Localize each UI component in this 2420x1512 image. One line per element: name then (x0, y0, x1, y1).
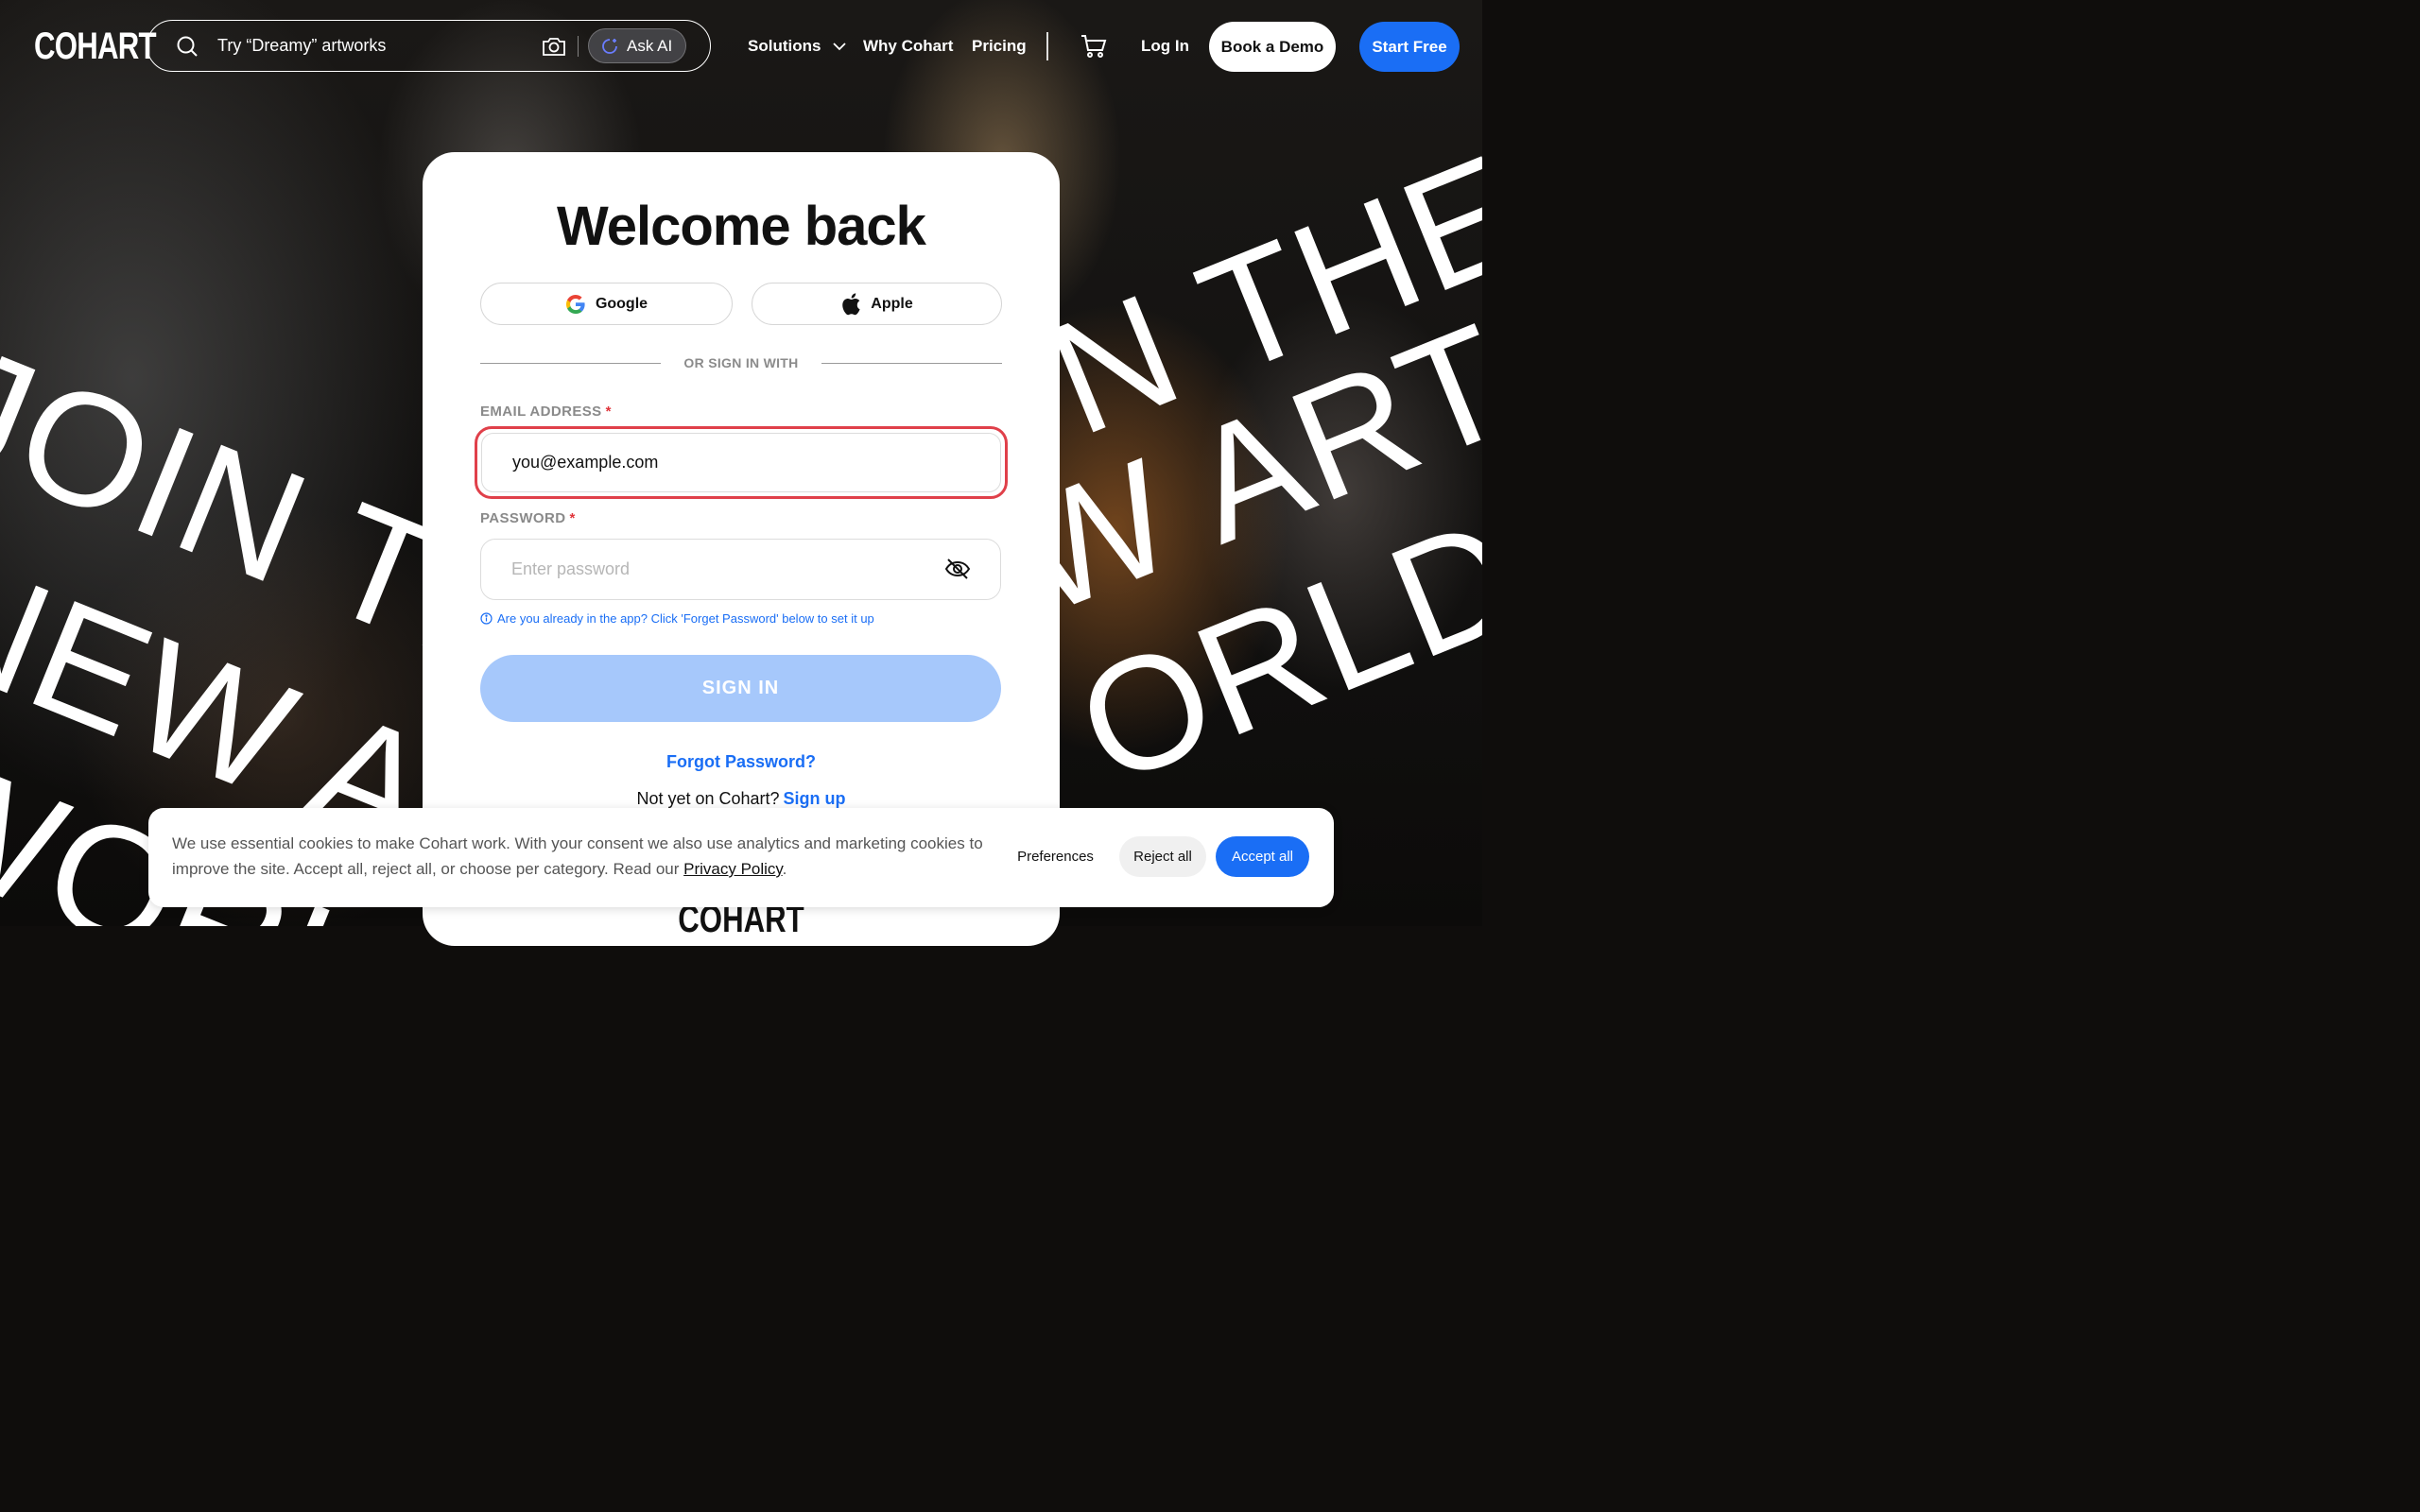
password-field[interactable] (480, 539, 1001, 600)
nav-solutions[interactable]: Solutions (748, 37, 846, 56)
required-mark: * (569, 510, 576, 526)
page-title: Welcome back (557, 196, 926, 257)
search-bar[interactable]: Try “Dreamy” artworks Ask AI (147, 20, 711, 72)
divider-right (821, 363, 1002, 364)
apple-label: Apple (871, 295, 913, 312)
password-hint: Are you already in the app? Click 'Forge… (480, 611, 874, 626)
email-label-text: EMAIL ADDRESS (480, 404, 602, 420)
password-label: PASSWORD * (480, 510, 576, 526)
info-icon (480, 612, 493, 625)
cookie-period: . (782, 860, 787, 878)
camera-icon[interactable] (541, 35, 567, 58)
apple-icon (842, 292, 860, 315)
privacy-policy-link[interactable]: Privacy Policy (683, 860, 783, 878)
cohart-logo[interactable]: COHART (34, 26, 157, 66)
eye-off-icon[interactable] (944, 557, 971, 581)
nav-solutions-label: Solutions (748, 37, 821, 55)
signup-prompt: Not yet on Cohart? Sign up (423, 789, 1060, 809)
nav-why-cohart[interactable]: Why Cohart (863, 37, 953, 56)
email-field-focus-ring (475, 426, 1008, 499)
sign-in-button[interactable]: SIGN IN (480, 655, 1001, 722)
cookie-accept-button[interactable]: Accept all (1216, 836, 1309, 877)
cookie-message-text: We use essential cookies to make Cohart … (172, 834, 983, 878)
not-yet-text: Not yet on Cohart? (636, 789, 780, 808)
google-label: Google (595, 295, 648, 312)
book-demo-button[interactable]: Book a Demo (1209, 22, 1336, 72)
search-placeholder[interactable]: Try “Dreamy” artworks (217, 36, 386, 56)
nav-divider (1046, 32, 1048, 60)
cookie-message: We use essential cookies to make Cohart … (172, 831, 994, 882)
sparkle-icon (602, 38, 617, 54)
search-icon (177, 36, 198, 57)
email-field[interactable] (481, 433, 1001, 492)
password-hint-text: Are you already in the app? Click 'Forge… (497, 611, 874, 626)
ask-ai-label: Ask AI (627, 36, 673, 55)
login-link[interactable]: Log In (1141, 37, 1189, 56)
nav-pricing[interactable]: Pricing (972, 37, 1027, 56)
password-label-text: PASSWORD (480, 510, 566, 526)
cookie-banner: We use essential cookies to make Cohart … (148, 808, 1334, 907)
top-navbar: COHART Try “Dreamy” artworks Ask AI Solu… (0, 0, 1482, 93)
email-label: EMAIL ADDRESS * (480, 404, 612, 420)
cookie-preferences-button[interactable]: Preferences (1002, 836, 1109, 877)
apple-signin-button[interactable]: Apple (752, 283, 1002, 325)
sign-up-link[interactable]: Sign up (784, 789, 846, 808)
start-free-button[interactable]: Start Free (1359, 22, 1460, 72)
cookie-reject-button[interactable]: Reject all (1119, 836, 1206, 877)
chevron-down-icon (833, 43, 846, 51)
search-divider (578, 36, 579, 57)
required-mark: * (605, 404, 612, 420)
google-signin-button[interactable]: Google (480, 283, 733, 325)
ask-ai-button[interactable]: Ask AI (588, 28, 686, 63)
google-icon (565, 294, 585, 314)
cart-icon[interactable] (1080, 34, 1107, 59)
forgot-password-link[interactable]: Forgot Password? (423, 752, 1060, 772)
